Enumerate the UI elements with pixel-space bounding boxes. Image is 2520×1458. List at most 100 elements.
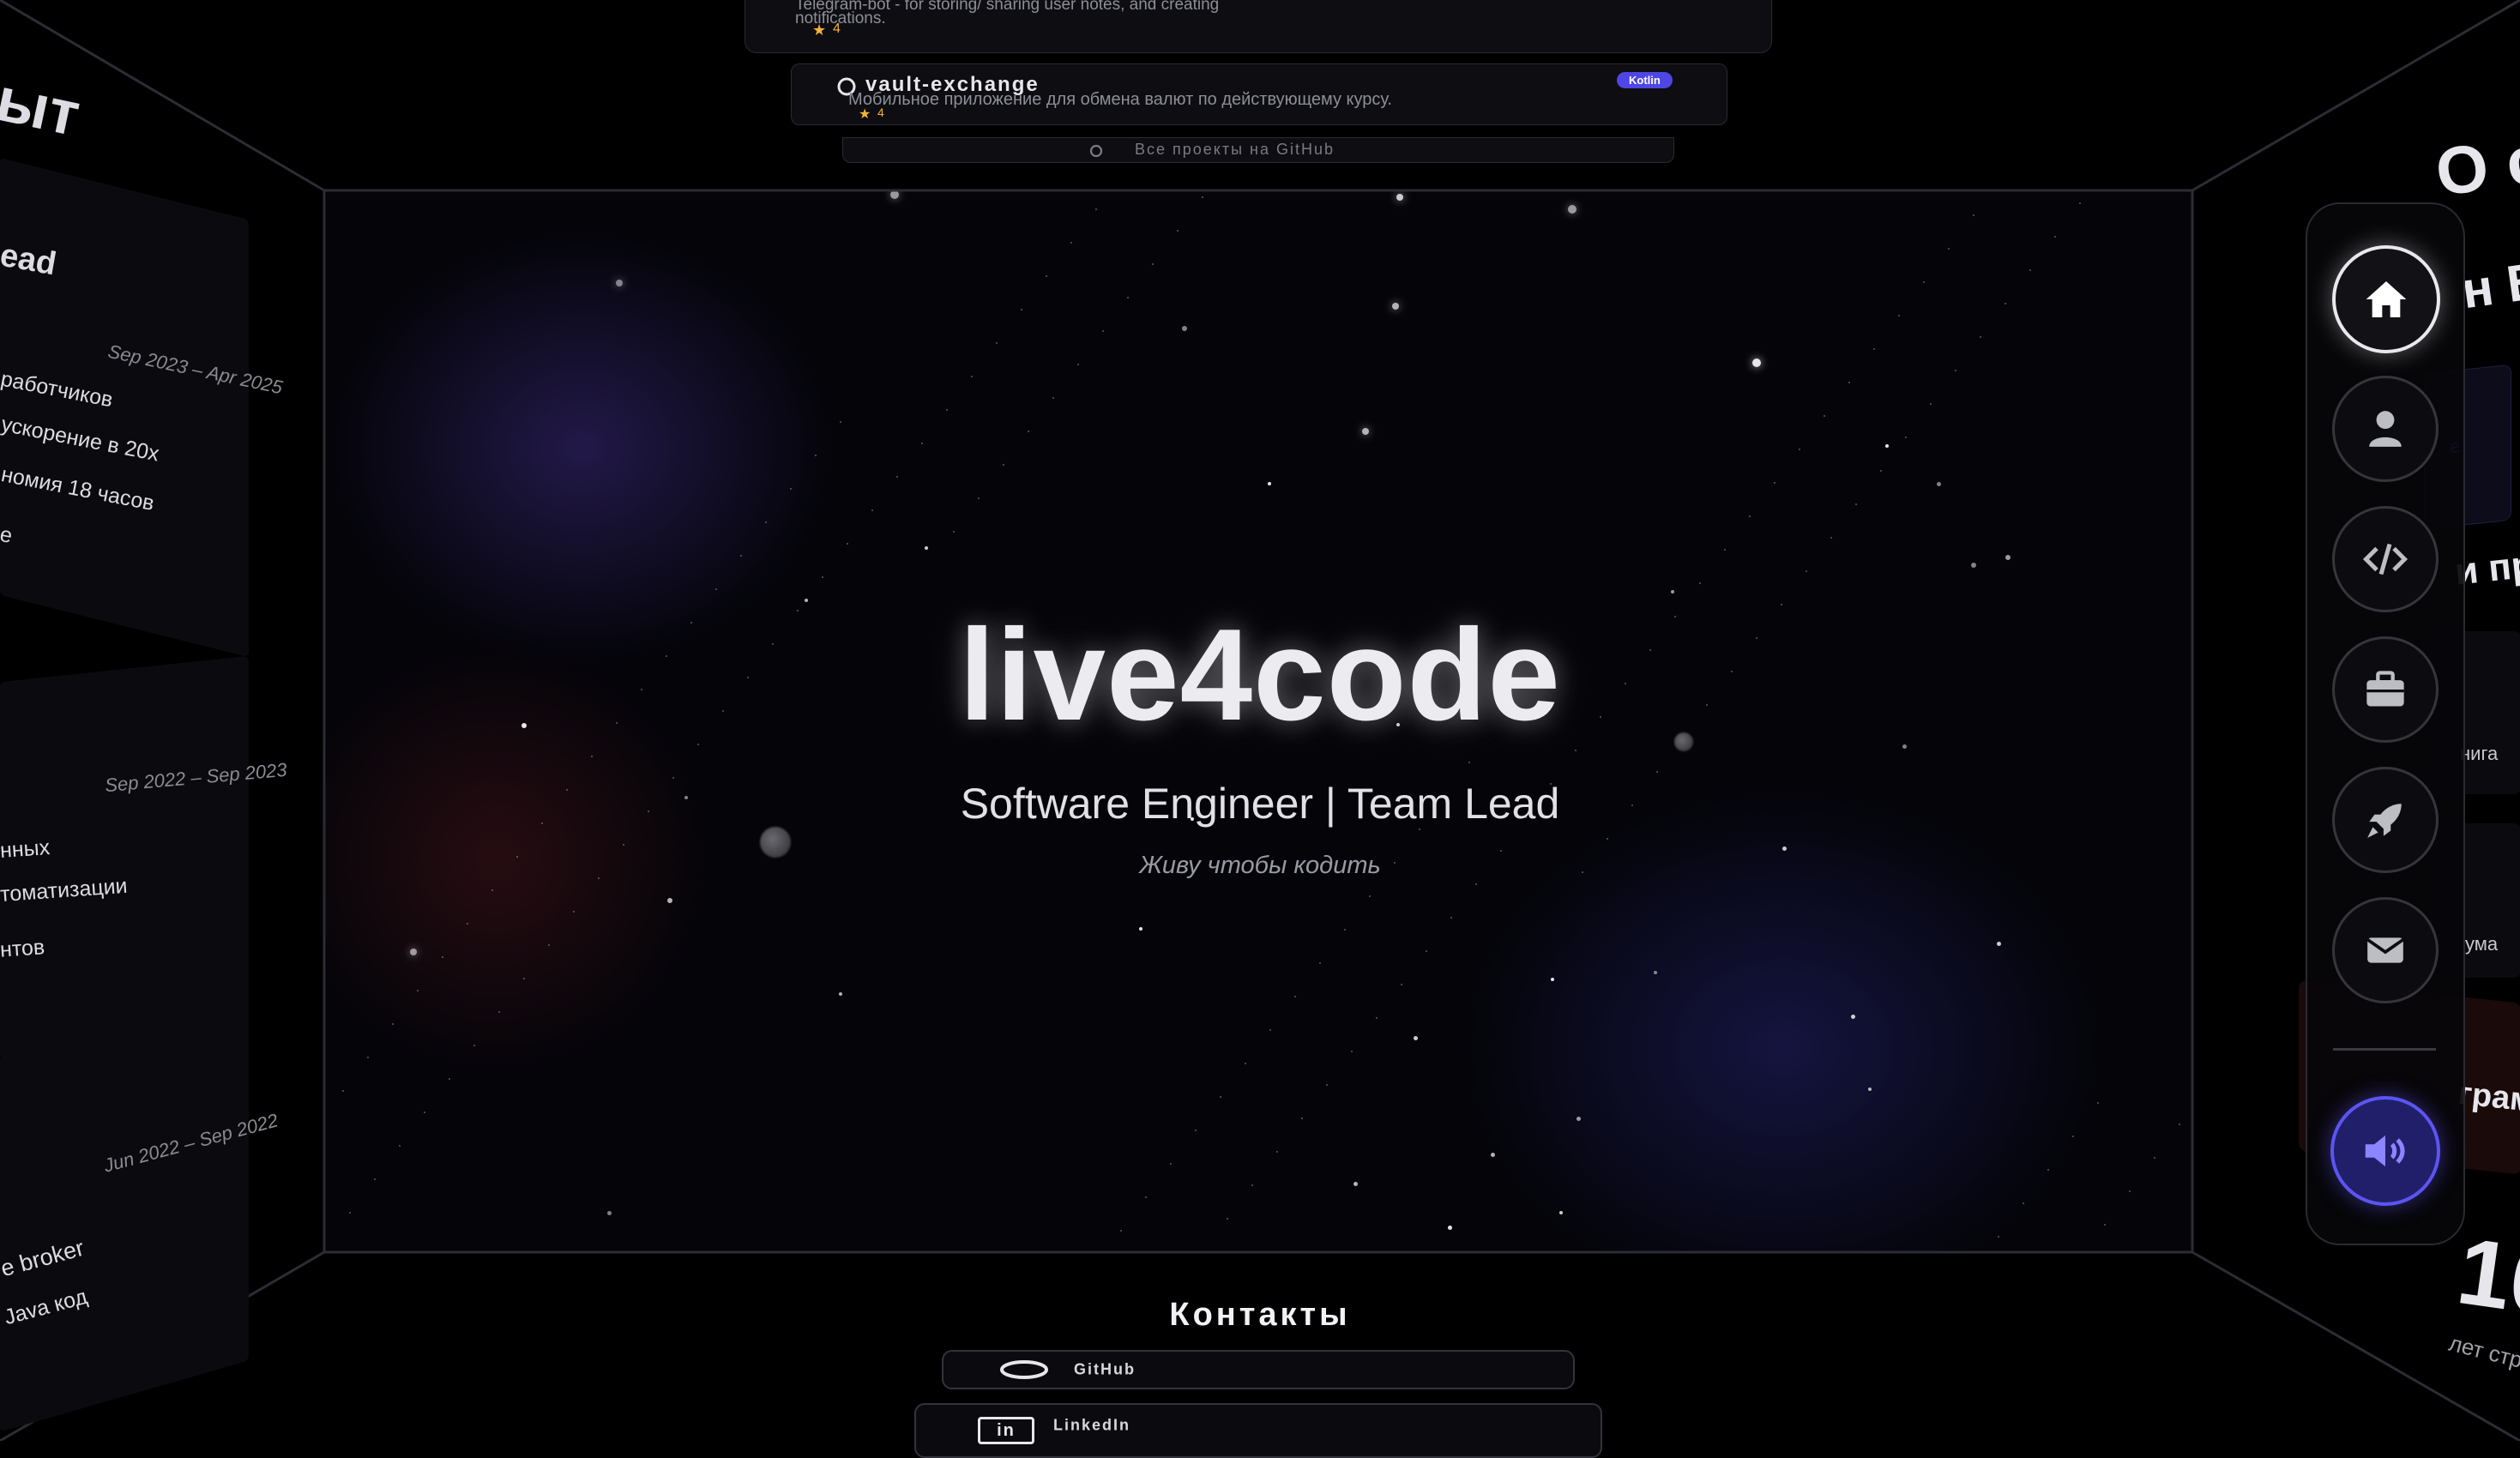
star: [790, 488, 792, 490]
star: [1414, 1036, 1418, 1040]
star: [1851, 1014, 1855, 1019]
star: [1182, 326, 1187, 332]
star-icon: ★: [859, 107, 871, 122]
star: [921, 443, 923, 444]
nav-divider: [2333, 1048, 2436, 1051]
linkedin-label: LinkedIn: [1053, 1416, 1131, 1434]
star: [392, 1023, 394, 1025]
nav-skills-button[interactable]: [2332, 767, 2439, 873]
star: [623, 844, 624, 846]
star: [2154, 1157, 2155, 1159]
sound-toggle-button[interactable]: [2330, 1096, 2440, 1206]
star: [1855, 503, 1857, 505]
star: [1971, 562, 1976, 568]
star: [449, 1078, 450, 1080]
nav-experience-button[interactable]: [2332, 636, 2439, 743]
star: [2179, 1124, 2180, 1125]
star: [971, 376, 973, 377]
star: [324, 190, 326, 192]
github-icon: [1000, 1360, 1048, 1383]
star: [1070, 242, 1072, 244]
star: [1028, 431, 1029, 432]
star: [1671, 589, 1674, 593]
star: [1654, 970, 1657, 974]
star: [1607, 838, 1608, 840]
star: [2005, 555, 2011, 560]
star: [1450, 917, 1452, 919]
star: [1830, 537, 1832, 539]
star: [1873, 348, 1875, 350]
star: [1824, 415, 1825, 417]
star: [1998, 1236, 1999, 1238]
star: [1905, 437, 1907, 438]
star: [1848, 382, 1850, 383]
star: [1139, 926, 1142, 931]
rocket-icon: [2367, 804, 2402, 838]
star: [1177, 230, 1179, 232]
star: [1268, 482, 1271, 485]
star-icon: ★: [812, 21, 827, 39]
star: [1491, 1153, 1495, 1157]
github-contact-button[interactable]: GitHub: [942, 1350, 1575, 1389]
star: [1724, 549, 1726, 551]
star: [890, 190, 899, 199]
star: [1344, 929, 1346, 931]
project-card-vault-exchange[interactable]: vault-exchange Kotlin Мобильное приложен…: [791, 63, 1727, 125]
star: [1245, 1063, 1246, 1064]
star: [1376, 1017, 1378, 1019]
star: [1319, 962, 1321, 964]
star: [1448, 1226, 1452, 1230]
star: [2104, 1224, 2106, 1226]
stat-label: лет страс: [2446, 1329, 2520, 1379]
star: [1326, 1084, 1328, 1086]
star: [1923, 281, 1925, 283]
language-tag: Kotlin: [1617, 72, 1673, 88]
nav-projects-button[interactable]: [2332, 506, 2439, 612]
star: [667, 897, 672, 903]
star: [2029, 269, 2031, 271]
star: [1880, 470, 1882, 472]
star: [410, 949, 417, 955]
star: [1568, 205, 1577, 214]
all-projects-link[interactable]: Все проекты на GitHub: [842, 137, 1674, 163]
star: [840, 421, 841, 423]
hero-title: live4code: [959, 602, 1561, 748]
hero-tagline: Живу чтобы кодить: [1139, 852, 1381, 879]
star: [978, 497, 980, 499]
star: [1351, 1051, 1353, 1052]
star: [2079, 202, 2081, 204]
user-icon: [2369, 411, 2402, 447]
star: [925, 545, 928, 550]
star: [839, 992, 842, 996]
star: [1392, 302, 1399, 310]
experience-card: [0, 983, 249, 1432]
project-card-notes-bot[interactable]: Telegram-bot - for storing/ sharing user…: [745, 0, 1772, 53]
project-description: Мобильное приложение для обмена валют по…: [848, 90, 1392, 109]
all-projects-label: Все проекты на GitHub: [1135, 141, 1335, 158]
nav-contacts-button[interactable]: [2332, 897, 2439, 1003]
star: [1749, 515, 1751, 517]
star: [1868, 1087, 1872, 1091]
star: [548, 944, 550, 946]
star: [1752, 358, 1761, 367]
star: [1426, 950, 1427, 952]
nav-about-button[interactable]: [2332, 376, 2439, 482]
star: [815, 455, 817, 456]
star: [498, 1011, 500, 1013]
about-heading: О с: [2431, 120, 2520, 211]
star: [523, 978, 525, 979]
star: [1468, 762, 1470, 763]
star: [1170, 1163, 1172, 1165]
star: [822, 576, 823, 578]
star: [847, 543, 848, 545]
star: [1559, 1211, 1563, 1214]
nav-home-button[interactable]: [2332, 245, 2440, 353]
linkedin-contact-button[interactable]: in LinkedIn: [914, 1403, 1602, 1458]
star: [1577, 1116, 1581, 1121]
star: [1419, 828, 1420, 830]
envelope-icon: [2366, 937, 2404, 963]
star: [1885, 443, 1889, 448]
project-stars: 4: [833, 21, 841, 36]
star: [473, 1045, 475, 1046]
star: [1930, 403, 1932, 405]
